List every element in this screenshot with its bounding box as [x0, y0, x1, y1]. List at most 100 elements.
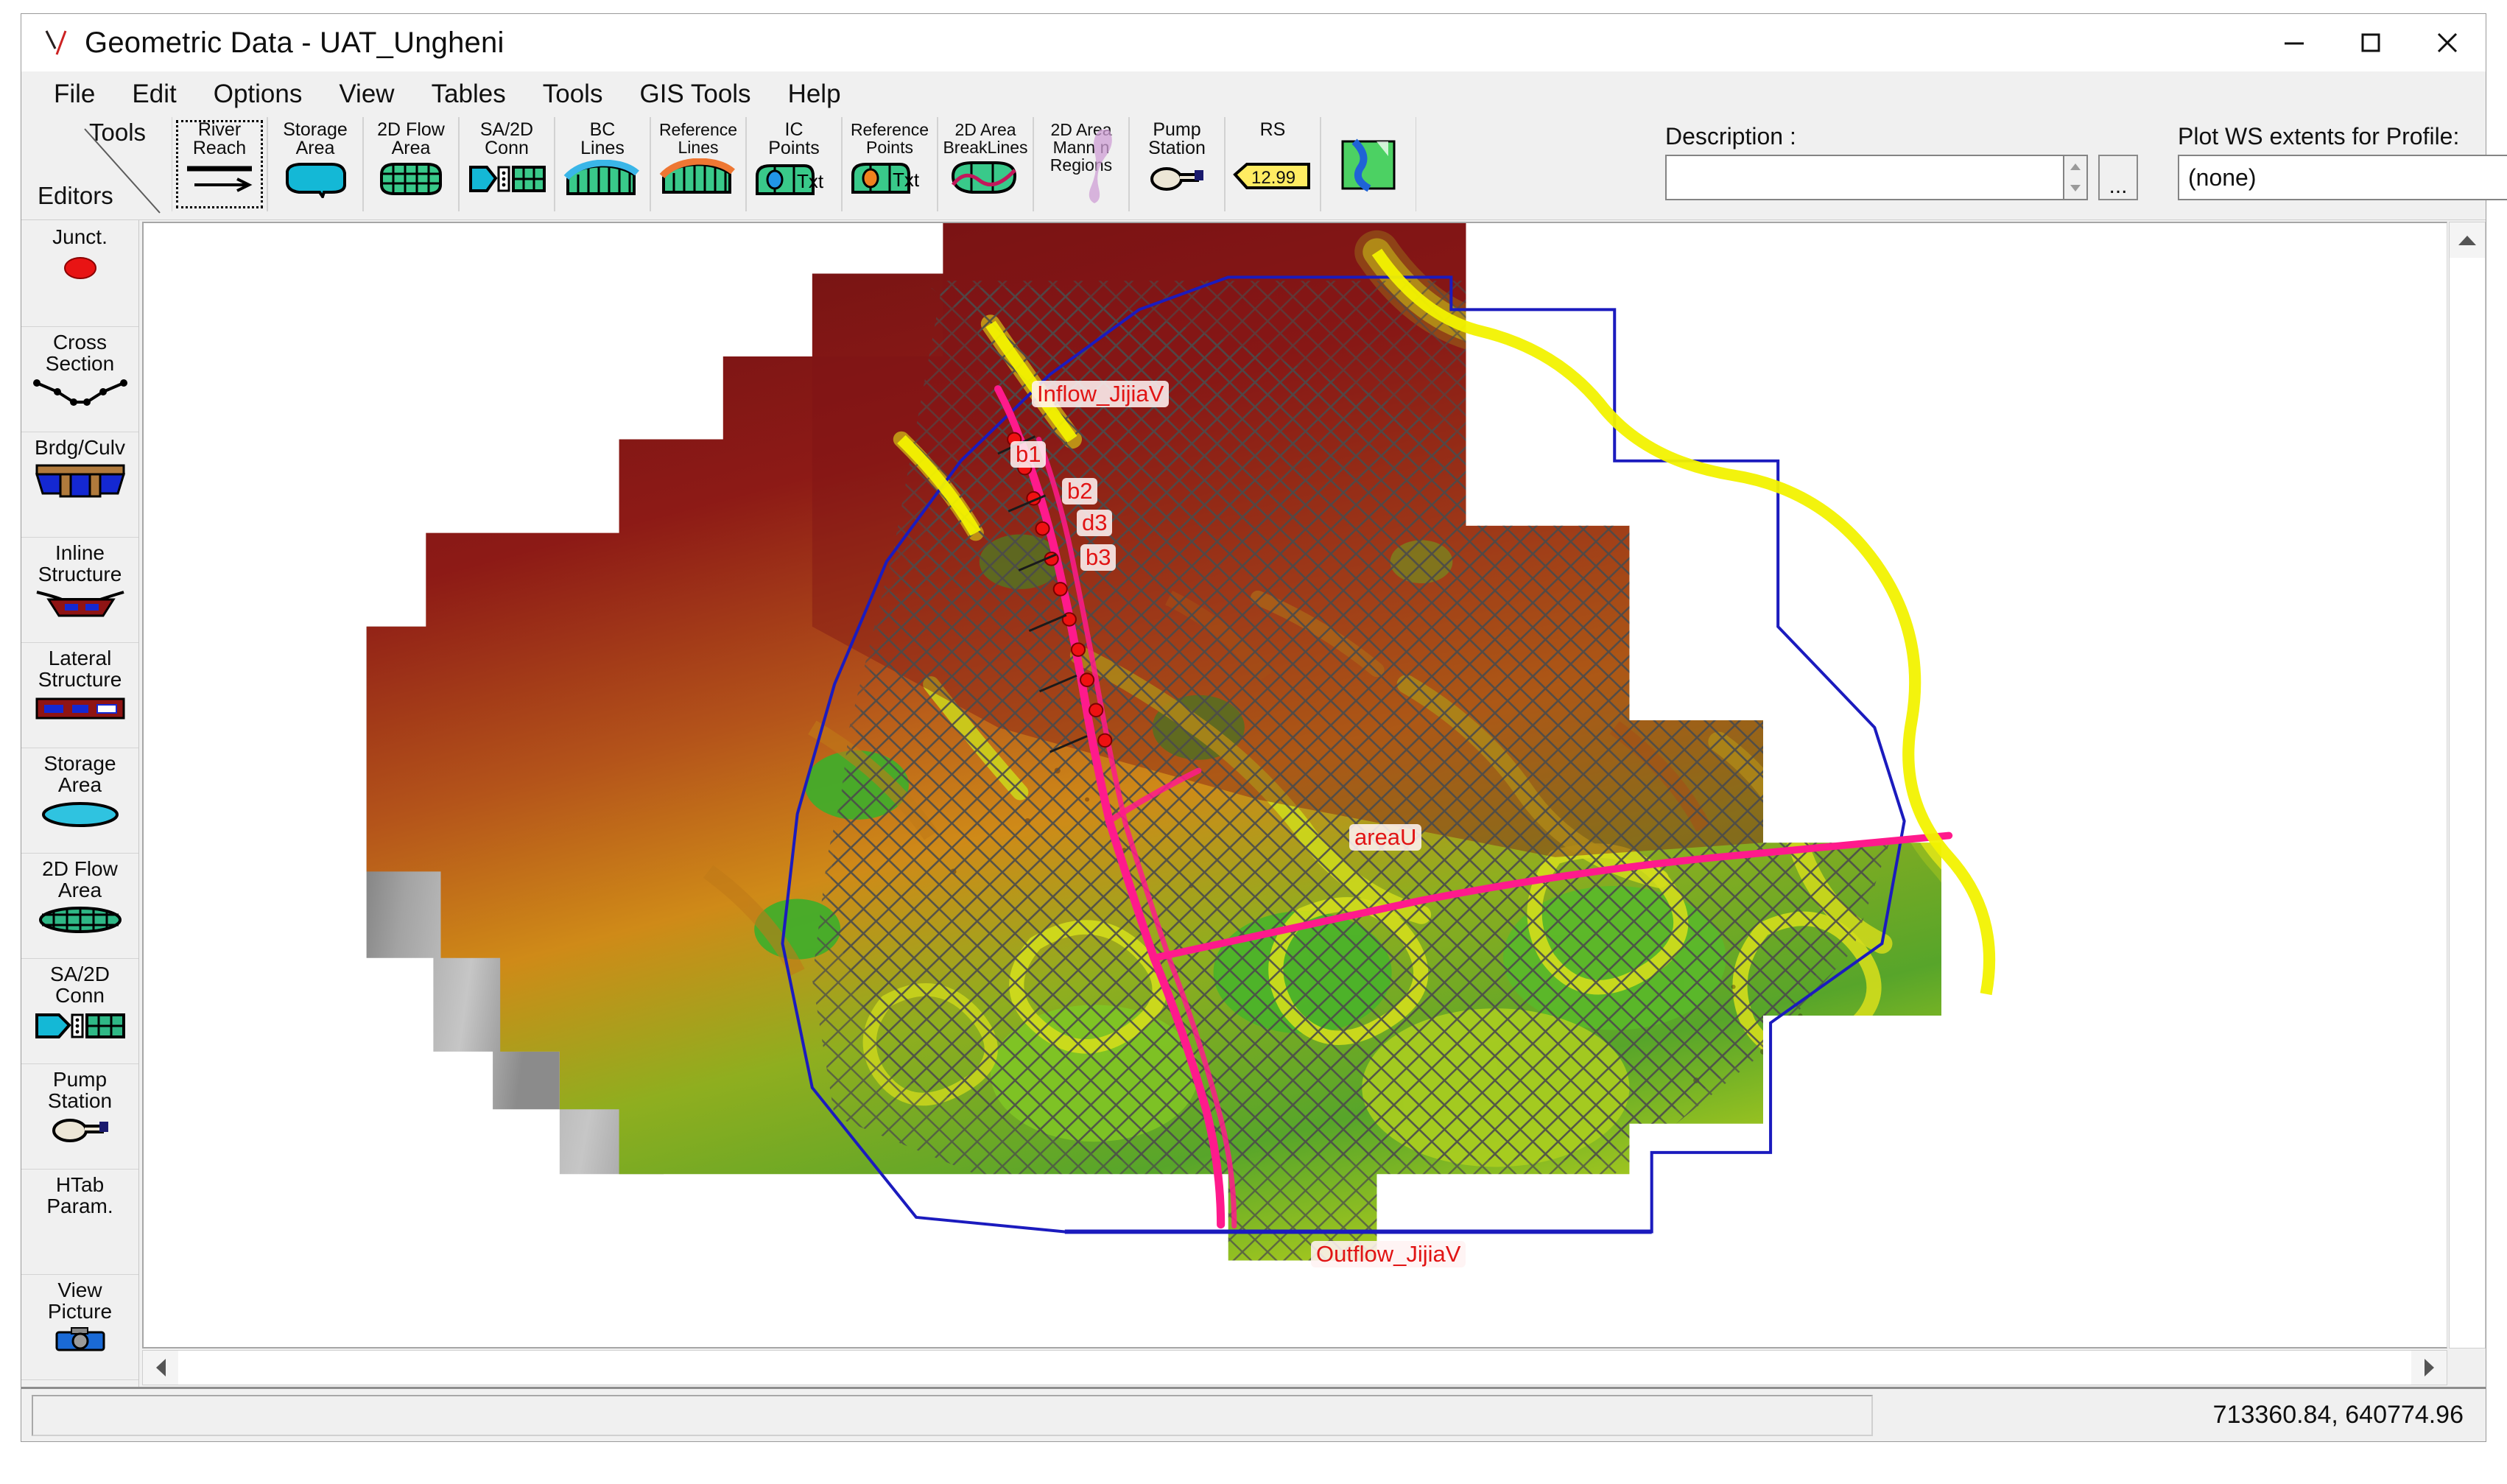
svg-text:Txt: Txt	[797, 170, 824, 192]
sidebar-storage-area-l1: Storage	[43, 753, 116, 774]
status-bar: 713360.84, 640774.96	[21, 1387, 2486, 1441]
editors-sidebar: Junct. Cross Section Brdg/Culv	[21, 220, 139, 1387]
sa-2d-conn-icon	[32, 1009, 128, 1045]
close-button[interactable]	[2409, 14, 2486, 71]
tool-2d-area-breaklines-line1: 2D Area	[954, 121, 1016, 138]
tool-ic-points-line1: IC	[785, 121, 804, 139]
sidebar-2d-flow-area-l1: 2D Flow	[42, 858, 118, 879]
tool-rs[interactable]: RS 12.99	[1225, 117, 1321, 211]
sidebar-item-lateral-structure[interactable]: Lateral Structure	[21, 643, 138, 748]
sidebar-item-cross-section[interactable]: Cross Section	[21, 327, 138, 432]
map-label-d3: d3	[1077, 510, 1112, 536]
description-group: Description : ...	[1665, 123, 2138, 200]
vertical-scroll-track[interactable]	[2450, 258, 2485, 1348]
tool-2d-flow-area[interactable]: 2D Flow Area	[363, 117, 459, 211]
map-layers-icon	[1337, 138, 1400, 197]
spinner-up-icon	[2070, 163, 2081, 170]
plot-ws-combo[interactable]: (none)	[2178, 155, 2507, 200]
tool-reference-lines-line2: Lines	[678, 138, 719, 156]
map-canvas-wrapper: Inflow_JijiaV b1 b2 d3 b3 areaU Outflow_…	[139, 220, 2486, 1387]
toolbar-right-fields: Description : ... Plot WS extents for Pr…	[1665, 117, 2507, 220]
vertical-scrollbar[interactable]	[2449, 222, 2486, 1348]
title-bar: Geometric Data - UAT_Ungheni	[21, 14, 2486, 71]
geometry-map[interactable]	[144, 223, 2447, 1347]
2d-area-breaklines-icon	[947, 158, 1024, 199]
menu-tools[interactable]: Tools	[540, 78, 606, 110]
description-input[interactable]	[1665, 155, 2063, 200]
status-message-pane	[32, 1395, 1873, 1436]
menu-help[interactable]: Help	[785, 78, 844, 110]
sidebar-item-bridge-culvert[interactable]: Brdg/Culv	[21, 432, 138, 538]
spinner-down-icon	[2070, 185, 2081, 191]
tool-ic-points[interactable]: IC Points Txt	[746, 117, 842, 211]
tool-pump-station-line2: Station	[1148, 139, 1206, 158]
menu-bar: File Edit Options View Tables Tools GIS …	[21, 71, 2486, 117]
tool-storage-area-line1: Storage	[283, 121, 348, 139]
svg-text:12.99: 12.99	[1251, 168, 1295, 188]
sidebar-sa-2d-conn-l1: SA/2D	[50, 963, 110, 985]
tool-bc-lines[interactable]: BC Lines	[555, 117, 650, 211]
cross-section-icon	[32, 377, 128, 415]
map-label-b2: b2	[1062, 478, 1097, 504]
sidebar-item-view-picture[interactable]: View Picture	[21, 1275, 138, 1380]
tool-bc-lines-line1: BC	[590, 121, 616, 139]
description-spinner[interactable]	[2063, 155, 2088, 200]
tool-sa-2d-conn[interactable]: SA/2D Conn	[459, 117, 555, 211]
map-label-outflow-jijiav: Outflow_JijiaV	[1311, 1241, 1466, 1267]
description-ellipsis-button[interactable]: ...	[2098, 155, 2138, 200]
map-label-b3: b3	[1080, 544, 1116, 571]
tool-storage-area[interactable]: Storage Area	[267, 117, 363, 211]
status-coordinates: 713360.84, 640774.96	[2213, 1401, 2464, 1430]
scroll-left-arrow-icon[interactable]	[143, 1351, 178, 1385]
menu-edit[interactable]: Edit	[129, 78, 179, 110]
menu-gis-tools[interactable]: GIS Tools	[636, 78, 753, 110]
sidebar-item-htab-param[interactable]: HTab Param.	[21, 1170, 138, 1275]
tool-2d-area-breaklines[interactable]: 2D Area BreakLines	[938, 117, 1033, 211]
sidebar-pump-station-l1: Pump	[53, 1069, 107, 1090]
tool-2d-area-mann-n-regions[interactable]: 2D Area Mann n Regions	[1033, 117, 1129, 211]
tool-reference-points-line1: Reference	[851, 121, 929, 138]
pump-station-icon	[46, 1114, 114, 1147]
horizontal-scrollbar[interactable]	[142, 1350, 2447, 1385]
tool-ic-points-line2: Points	[768, 139, 819, 158]
tool-river-reach[interactable]: River Reach	[172, 117, 267, 211]
tool-rs-line1: RS	[1260, 121, 1286, 139]
svg-text:Txt: Txt	[893, 169, 920, 191]
menu-options[interactable]: Options	[211, 78, 306, 110]
menu-file[interactable]: File	[51, 78, 98, 110]
tool-reference-points-line2: Points	[866, 138, 913, 156]
scroll-up-arrow-icon[interactable]	[2450, 222, 2485, 258]
bc-lines-icon	[563, 160, 641, 200]
scroll-right-arrow-icon[interactable]	[2411, 1351, 2447, 1385]
2d-area-mann-n-regions-icon	[1081, 127, 1122, 210]
plot-ws-selected-value: (none)	[2179, 164, 2257, 191]
minimize-button[interactable]	[2256, 14, 2332, 71]
tool-sa-2d-conn-line1: SA/2D	[480, 121, 533, 139]
toolbar: Tools Editors River Reach Storage	[21, 117, 2486, 220]
toolbar-button-group: River Reach Storage Area	[172, 117, 1416, 219]
map-canvas[interactable]: Inflow_JijiaV b1 b2 d3 b3 areaU Outflow_…	[142, 222, 2447, 1348]
rs-tag-icon: 12.99	[1232, 155, 1313, 197]
sidebar-item-junction[interactable]: Junct.	[21, 222, 138, 327]
inline-structure-icon	[32, 588, 128, 624]
tool-2d-area-breaklines-line2: BreakLines	[943, 138, 1027, 156]
window-controls	[2256, 14, 2486, 71]
menu-tables[interactable]: Tables	[429, 78, 509, 110]
sidebar-bridge-culvert-label: Brdg/Culv	[35, 437, 125, 458]
sidebar-item-inline-structure[interactable]: Inline Structure	[21, 538, 138, 643]
plot-ws-label: Plot WS extents for Profile:	[2178, 123, 2507, 150]
sidebar-item-pump-station[interactable]: Pump Station	[21, 1064, 138, 1170]
sidebar-item-2d-flow-area[interactable]: 2D Flow Area	[21, 854, 138, 959]
tool-map-layers[interactable]	[1321, 117, 1416, 211]
horizontal-scroll-track[interactable]	[178, 1351, 2411, 1385]
tool-bc-lines-line2: Lines	[580, 139, 625, 158]
maximize-button[interactable]	[2332, 14, 2409, 71]
geometric-data-window: Geometric Data - UAT_Ungheni File Edit O…	[21, 13, 2486, 1442]
tool-reference-points[interactable]: Reference Points Txt	[842, 117, 938, 211]
sidebar-item-storage-area[interactable]: Storage Area	[21, 748, 138, 854]
sidebar-item-sa-2d-conn[interactable]: SA/2D Conn	[21, 959, 138, 1064]
tool-pump-station[interactable]: Pump Station	[1129, 117, 1225, 211]
menu-view[interactable]: View	[336, 78, 397, 110]
lateral-structure-icon	[32, 693, 128, 726]
tool-reference-lines[interactable]: Reference Lines	[650, 117, 746, 211]
